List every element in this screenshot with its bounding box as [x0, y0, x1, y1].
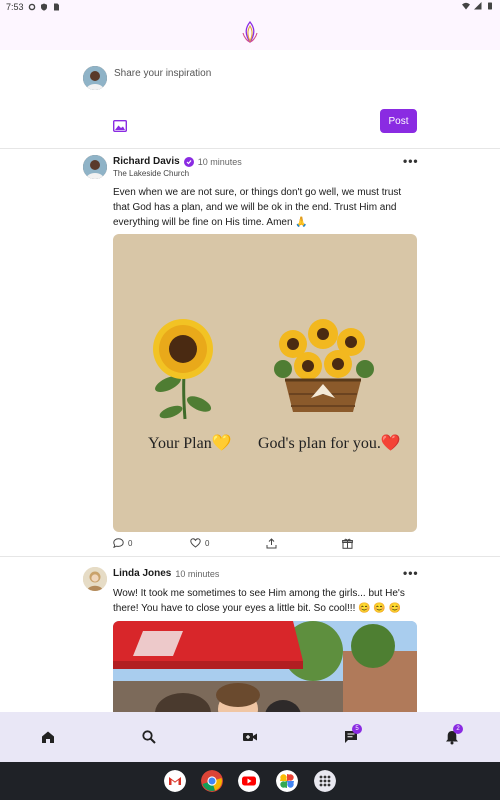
comment-icon: [113, 538, 124, 548]
more-options-icon[interactable]: •••: [403, 566, 419, 580]
status-bar: 7:53: [0, 0, 500, 14]
notifications-badge: 2: [453, 724, 463, 734]
messages-button[interactable]: 5: [343, 724, 362, 745]
battery-icon: [488, 2, 492, 10]
more-options-icon[interactable]: •••: [403, 154, 419, 168]
signal-icon: [474, 2, 482, 10]
post-card: Linda Jones 10 minutes ••• Wow! It took …: [0, 557, 500, 712]
sunflower-illustration: [153, 319, 374, 420]
post-actions: 0 0: [113, 538, 417, 552]
sim-icon: [53, 3, 59, 11]
post-image[interactable]: [113, 621, 417, 712]
post-composer: Share your inspiration Post: [0, 50, 500, 144]
video-icon[interactable]: [242, 729, 258, 745]
post-card: Richard Davis 10 minutes The Lakeside Ch…: [0, 149, 500, 555]
bottom-nav: 5 2: [0, 712, 500, 762]
app-header: [0, 14, 500, 50]
home-icon[interactable]: [40, 729, 56, 745]
share-button[interactable]: [266, 538, 277, 549]
composer-input[interactable]: Share your inspiration: [114, 68, 211, 79]
youtube-icon[interactable]: [238, 770, 260, 792]
app-logo-icon: [242, 21, 258, 43]
settings-icon: [28, 3, 35, 11]
avatar: [83, 66, 107, 90]
post-header: Linda Jones 10 minutes: [113, 568, 219, 579]
market-photo: [113, 621, 417, 712]
heart-icon: [190, 538, 201, 548]
shield-icon: [40, 3, 47, 11]
post-time: 10 minutes: [175, 568, 220, 579]
comment-button[interactable]: 0: [113, 538, 132, 548]
post-text: Even when we are not sure, or things don…: [113, 187, 402, 228]
avatar[interactable]: [83, 155, 107, 179]
comment-count: 0: [128, 538, 133, 548]
photos-icon[interactable]: [276, 770, 298, 792]
share-icon: [266, 538, 277, 549]
search-icon[interactable]: [141, 729, 157, 745]
avatar[interactable]: [83, 567, 107, 591]
wifi-icon: [462, 2, 470, 10]
post-button[interactable]: Post: [380, 109, 417, 133]
author-name[interactable]: Richard Davis: [113, 156, 180, 167]
post-text: Wow! It took me sometimes to see Him amo…: [113, 588, 405, 614]
image-caption-left: Your Plan💛: [148, 435, 232, 452]
add-image-icon[interactable]: [113, 120, 127, 132]
image-caption-right: God's plan for you.❤️: [258, 435, 401, 452]
status-time: 7:53: [6, 2, 24, 12]
post-header: Richard Davis 10 minutes: [113, 156, 242, 167]
chrome-icon[interactable]: [201, 770, 223, 792]
post-time: 10 minutes: [197, 156, 242, 167]
notifications-button[interactable]: 2: [444, 724, 463, 745]
post-image[interactable]: Your Plan💛 God's plan for you.❤️: [113, 234, 417, 532]
like-button[interactable]: 0: [190, 538, 209, 548]
system-dock: [0, 762, 500, 800]
author-name[interactable]: Linda Jones: [113, 568, 171, 579]
gmail-icon[interactable]: [164, 770, 186, 792]
verified-icon: [183, 156, 194, 167]
app-drawer-icon[interactable]: [314, 770, 336, 792]
messages-badge: 5: [352, 724, 362, 734]
church-name[interactable]: The Lakeside Church: [113, 169, 189, 178]
like-count: 0: [205, 538, 210, 548]
gift-button[interactable]: [342, 538, 353, 549]
gift-icon: [342, 538, 353, 549]
